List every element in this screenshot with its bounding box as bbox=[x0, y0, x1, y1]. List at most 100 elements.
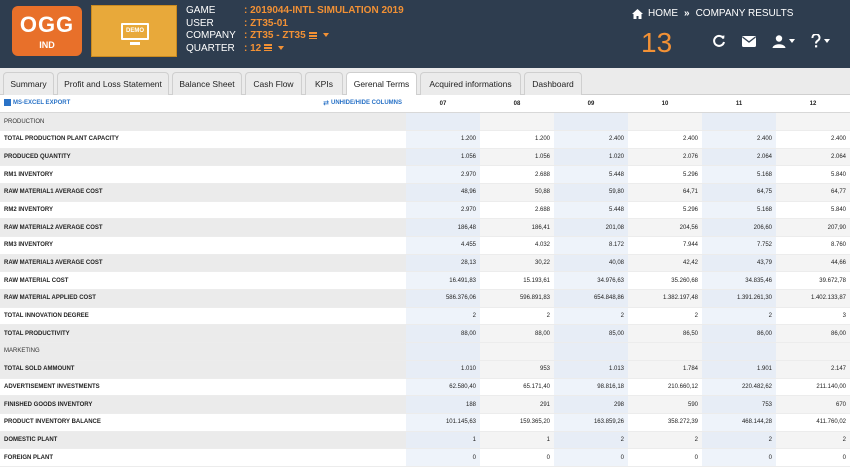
value-cell bbox=[628, 342, 702, 361]
value-cell: 44,66 bbox=[776, 254, 850, 273]
value-cell: 358.272,39 bbox=[628, 413, 702, 432]
column-header[interactable]: 08 bbox=[480, 95, 554, 114]
row-label: RAW MATERIAL3 AVERAGE COST bbox=[0, 254, 406, 273]
value-cell bbox=[480, 112, 554, 131]
value-cell: 8.172 bbox=[554, 236, 628, 255]
value-cell: 34.835,46 bbox=[702, 271, 776, 291]
value-cell: 1.901 bbox=[702, 360, 776, 379]
value-cell: 298 bbox=[554, 395, 628, 414]
user-menu-icon[interactable] bbox=[772, 34, 795, 48]
value-cell bbox=[776, 112, 850, 131]
value-cell: 5.448 bbox=[554, 165, 628, 184]
value-cell: 5.448 bbox=[554, 201, 628, 220]
toggle-columns-button[interactable]: ⇄ UNHIDE/HIDE COLUMNS bbox=[323, 99, 402, 107]
column-header[interactable]: 12 bbox=[776, 95, 850, 114]
envelope-icon[interactable] bbox=[742, 35, 756, 47]
tab-bar: Summary Profit and Loss Statement Balanc… bbox=[0, 68, 850, 96]
results-table-container[interactable]: MS-EXCEL EXPORT ⇄ UNHIDE/HIDE COLUMNS 07 … bbox=[0, 95, 850, 468]
tab-cash-flow[interactable]: Cash Flow bbox=[245, 72, 302, 95]
value-cell: 2.970 bbox=[406, 201, 480, 220]
column-header[interactable]: 07 bbox=[406, 95, 480, 114]
value-cell: 86,00 bbox=[776, 324, 850, 344]
row-label: TOTAL INNOVATION DEGREE bbox=[0, 307, 406, 326]
value-cell: 0 bbox=[702, 448, 776, 467]
value-cell: 1.391.261,30 bbox=[702, 289, 776, 308]
value-cell: 291 bbox=[480, 395, 554, 414]
value-cell bbox=[554, 342, 628, 361]
value-cell: 0 bbox=[628, 448, 702, 467]
game-label: GAME bbox=[186, 5, 216, 16]
tab-summary[interactable]: Summary bbox=[3, 72, 54, 95]
value-cell: 1.013 bbox=[554, 360, 628, 379]
home-link[interactable]: HOME bbox=[648, 8, 678, 19]
value-cell: 1 bbox=[406, 431, 480, 450]
demo-banner: DEMO bbox=[91, 5, 177, 57]
game-info: GAME: 2019044-INTL SIMULATION 2019 USER:… bbox=[186, 5, 404, 55]
turn-counter: 13 bbox=[641, 27, 673, 58]
quarter-selector[interactable]: : 12 bbox=[244, 43, 285, 56]
table-row: TOTAL INNOVATION DEGREE 2 2 2 2 2 3 bbox=[0, 307, 850, 326]
table-row: FINISHED GOODS INVENTORY 188 291 298 590 753 6… bbox=[0, 395, 850, 414]
caret-down-icon bbox=[824, 39, 830, 43]
column-header[interactable]: 10 bbox=[628, 95, 702, 114]
value-cell: 5.840 bbox=[776, 201, 850, 220]
value-cell: 2.064 bbox=[702, 148, 776, 167]
list-icon bbox=[264, 44, 273, 52]
value-cell: 5.296 bbox=[628, 201, 702, 220]
table-body: PRODUCTION TOTAL PRODUCTION PLANT CAPACIT… bbox=[0, 112, 850, 467]
ogg-logo[interactable]: OGG IND bbox=[12, 6, 82, 56]
table-row: RAW MATERIAL COST 16.491,83 15.193,61 34.97… bbox=[0, 271, 850, 291]
column-header[interactable]: 09 bbox=[554, 95, 628, 114]
value-cell: 0 bbox=[406, 448, 480, 467]
value-cell: 1.382.197,48 bbox=[628, 289, 702, 308]
table-row: RM2 INVENTORY 2.970 2.688 5.448 5.296 5.168 5.… bbox=[0, 201, 850, 220]
value-cell: 28,13 bbox=[406, 254, 480, 273]
value-cell: 50,88 bbox=[480, 183, 554, 202]
value-cell: 468.144,28 bbox=[702, 413, 776, 432]
value-cell: 1.020 bbox=[554, 148, 628, 167]
refresh-icon[interactable] bbox=[712, 34, 726, 48]
monitor-icon: DEMO bbox=[121, 23, 149, 40]
user-value: : ZT35-01 bbox=[244, 17, 288, 29]
company-selector[interactable]: : ZT35 - ZT35 bbox=[244, 30, 329, 43]
section-row: PRODUCTION bbox=[0, 112, 850, 131]
row-label: RAW MATERIAL1 AVERAGE COST bbox=[0, 183, 406, 202]
value-cell: 210.660,12 bbox=[628, 378, 702, 397]
table-row: FOREIGN PLANT 0 0 0 0 0 0 bbox=[0, 448, 850, 467]
tab-general-terms[interactable]: Gerenal Terms bbox=[346, 72, 417, 96]
header-actions bbox=[712, 34, 846, 48]
tab-profit-and-loss[interactable]: Profit and Loss Statement bbox=[57, 72, 169, 95]
excel-export-button[interactable]: MS-EXCEL EXPORT bbox=[4, 99, 70, 107]
table-row: PRODUCED QUANTITY 1.056 1.056 1.020 2.076 2.0… bbox=[0, 148, 850, 167]
tab-dashboard[interactable]: Dashboard bbox=[524, 72, 582, 95]
help-menu-icon[interactable] bbox=[811, 34, 830, 48]
table-row: TOTAL PRODUCTION PLANT CAPACITY 1.200 1.20… bbox=[0, 130, 850, 149]
value-cell: 5.168 bbox=[702, 165, 776, 184]
value-cell: 2.147 bbox=[776, 360, 850, 379]
value-cell: 98.816,18 bbox=[554, 378, 628, 397]
table-row: DOMESTIC PLANT 1 1 2 2 2 2 bbox=[0, 431, 850, 450]
value-cell: 64,71 bbox=[628, 183, 702, 202]
table-header-row: MS-EXCEL EXPORT ⇄ UNHIDE/HIDE COLUMNS 07 … bbox=[0, 95, 850, 114]
table-row: RAW MATERIAL3 AVERAGE COST 28,13 30,22 40,0… bbox=[0, 254, 850, 273]
value-cell: 39.672,78 bbox=[776, 271, 850, 291]
value-cell bbox=[480, 342, 554, 361]
section-label: PRODUCTION bbox=[0, 112, 406, 131]
value-cell bbox=[702, 112, 776, 131]
value-cell bbox=[776, 342, 850, 361]
tab-kpis[interactable]: KPIs bbox=[305, 72, 343, 95]
column-header[interactable]: 11 bbox=[702, 95, 776, 114]
home-icon bbox=[632, 8, 643, 19]
tab-acquired-informations[interactable]: Acquired informations bbox=[420, 72, 521, 95]
table-row: ADVERTISEMENT INVESTMENTS 62.580,40 65.171… bbox=[0, 378, 850, 397]
row-label: ADVERTISEMENT INVESTMENTS bbox=[0, 378, 406, 397]
tab-balance-sheet[interactable]: Balance Sheet bbox=[172, 72, 242, 95]
table-row: RAW MATERIAL2 AVERAGE COST 186,48 186,41 20… bbox=[0, 218, 850, 237]
value-cell: 2.688 bbox=[480, 165, 554, 184]
caret-down-icon bbox=[322, 33, 329, 38]
value-cell: 42,42 bbox=[628, 254, 702, 273]
value-cell bbox=[628, 112, 702, 131]
company-label: COMPANY bbox=[186, 30, 236, 41]
value-cell: 188 bbox=[406, 395, 480, 414]
value-cell: 586.376,06 bbox=[406, 289, 480, 308]
